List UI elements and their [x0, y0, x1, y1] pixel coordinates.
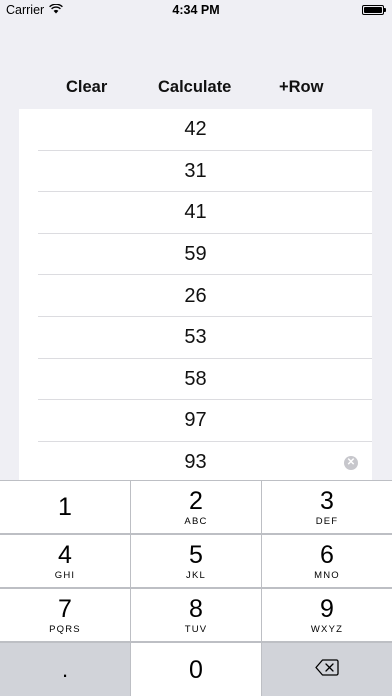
key-8[interactable]: 8 TUV: [131, 589, 261, 641]
key-digit: 3: [320, 486, 334, 515]
list-item[interactable]: 41: [19, 192, 372, 234]
row-value: 42: [184, 118, 207, 141]
app-screen: Carrier 4:34 PM Clear Calculate +Row 42: [0, 0, 392, 696]
list-item[interactable]: 31: [19, 151, 372, 193]
key-2[interactable]: 2 ABC: [131, 481, 261, 533]
key-6[interactable]: 6 MNO: [262, 535, 392, 587]
key-letters: ABC: [184, 515, 208, 527]
toolbar: Clear Calculate +Row: [0, 78, 392, 102]
key-digit: 7: [58, 594, 72, 623]
key-digit: 5: [189, 540, 203, 569]
clear-button[interactable]: Clear: [66, 78, 107, 97]
key-4[interactable]: 4 GHI: [0, 535, 130, 587]
status-bar: Carrier 4:34 PM: [0, 0, 392, 22]
input-value[interactable]: 93: [184, 451, 206, 474]
add-row-button[interactable]: +Row: [279, 78, 323, 97]
list-item[interactable]: 59: [19, 234, 372, 276]
key-0[interactable]: 0: [131, 643, 261, 696]
key-letters: TUV: [184, 623, 208, 635]
active-number-input[interactable]: 93 ✕: [19, 442, 372, 480]
numeric-keypad: 1 2 ABC 3 DEF 4 GHI 5 JKL 6 MNO 7 PQRS 8: [0, 480, 392, 696]
row-value: 59: [184, 243, 207, 266]
key-letters: GHI: [54, 569, 76, 581]
key-1[interactable]: 1: [0, 481, 130, 533]
list-item[interactable]: 53: [19, 317, 372, 359]
clear-circle-icon[interactable]: ✕: [344, 455, 358, 470]
key-7[interactable]: 7 PQRS: [0, 589, 130, 641]
key-9[interactable]: 9 WXYZ: [262, 589, 392, 641]
row-value: 26: [184, 284, 207, 307]
battery-icon: [362, 5, 386, 15]
key-letters: MNO: [314, 569, 340, 581]
key-decimal[interactable]: .: [0, 643, 130, 696]
key-digit: 4: [58, 540, 72, 569]
key-letters: DEF: [315, 515, 339, 527]
key-digit: 2: [189, 486, 203, 515]
backspace-icon: [315, 658, 339, 681]
list-item[interactable]: 97: [19, 400, 372, 442]
row-value: 31: [184, 159, 207, 182]
key-digit: 9: [320, 594, 334, 623]
list-item[interactable]: 42: [19, 109, 372, 151]
key-digit: .: [61, 656, 69, 682]
row-value: 58: [184, 367, 207, 390]
key-letters: WXYZ: [310, 623, 344, 635]
key-backspace[interactable]: [262, 643, 392, 696]
key-letters: JKL: [186, 569, 206, 581]
key-5[interactable]: 5 JKL: [131, 535, 261, 587]
row-value: 97: [184, 409, 207, 432]
status-time: 4:34 PM: [172, 3, 220, 17]
list-item[interactable]: 58: [19, 359, 372, 401]
key-letters: PQRS: [49, 623, 81, 635]
key-digit: 0: [189, 655, 203, 684]
key-digit: 8: [189, 594, 203, 623]
number-list: 42 31 41 59 26 53 58 97 93 ✕: [19, 109, 372, 480]
key-digit: 6: [320, 540, 334, 569]
calculate-button[interactable]: Calculate: [158, 78, 231, 97]
row-value: 41: [184, 201, 207, 224]
list-item[interactable]: 26: [19, 275, 372, 317]
key-3[interactable]: 3 DEF: [262, 481, 392, 533]
key-digit: 1: [58, 493, 72, 521]
row-value: 53: [184, 326, 207, 349]
